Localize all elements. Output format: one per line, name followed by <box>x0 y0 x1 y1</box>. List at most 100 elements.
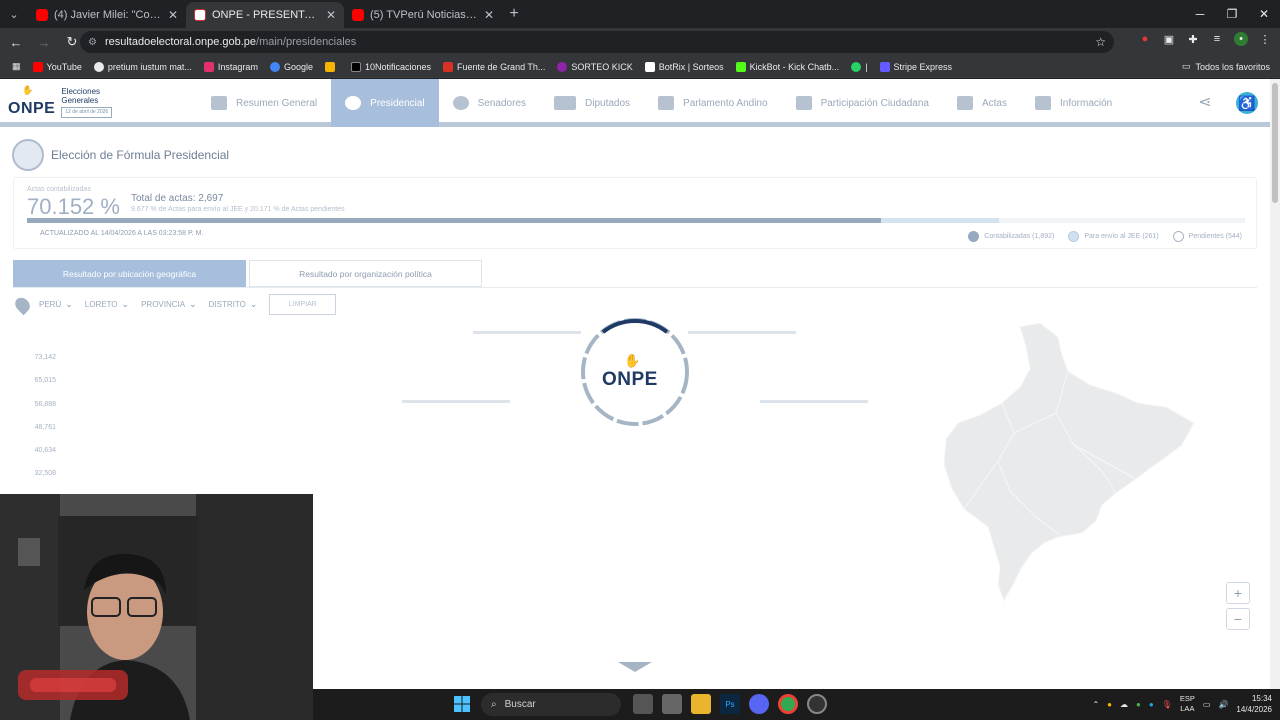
forward-icon[interactable]: → <box>32 30 56 54</box>
bookmark-item[interactable]: KickBot - Kick Chatb... <box>730 61 846 72</box>
onpe-logo[interactable]: ✋ ONPE Elecciones Generales 12 de abril … <box>8 85 113 118</box>
nav-actas[interactable]: Actas <box>943 79 1021 127</box>
district-select[interactable]: DISTRITO ⌄ <box>209 299 258 310</box>
brand: ONPE <box>8 99 56 117</box>
y-axis-labels: 73,142 65,015 56,888 48,761 40,634 32,50… <box>10 354 58 494</box>
tab-ubicacion-geografica[interactable]: Resultado por ubicación geográfica <box>13 260 246 287</box>
f-icon <box>443 61 454 72</box>
loader-line <box>760 400 868 403</box>
chevron-up-icon[interactable]: ⌃ <box>1092 700 1099 709</box>
tray-app-icon[interactable]: ● <box>1136 700 1141 709</box>
menu-icon[interactable]: ⋮ <box>1258 32 1272 46</box>
extension-icon[interactable]: ▣ <box>1162 32 1176 46</box>
nav-participacion-ciudadana[interactable]: Participación Ciudadana <box>782 79 943 127</box>
file-explorer-icon[interactable] <box>691 694 711 714</box>
scroll-down-icon[interactable] <box>618 662 652 672</box>
task-view-icon[interactable] <box>633 694 653 714</box>
close-icon[interactable]: ✕ <box>484 8 494 22</box>
department-select[interactable]: LORETO ⌄ <box>85 299 129 310</box>
app-icon[interactable] <box>807 694 827 714</box>
bookmark-item[interactable]: SORTEO KICK <box>551 61 638 72</box>
share-icon[interactable]: ⋖ <box>1196 94 1214 112</box>
y-tick: 48,761 <box>34 423 56 431</box>
summary-detail: 9.677 % de Actas para envío al JEE y 20.… <box>131 206 345 213</box>
bookmark-item[interactable]: | <box>845 61 873 72</box>
bookmark-star-icon[interactable]: ☆ <box>1095 35 1106 49</box>
bookmark-item[interactable]: Stripe Express <box>874 61 959 72</box>
scrollbar-thumb[interactable] <box>1272 83 1278 203</box>
kickbot-icon <box>735 61 746 72</box>
region-map[interactable] <box>940 321 1200 611</box>
close-icon[interactable]: ✕ <box>326 8 336 22</box>
close-icon[interactable]: ✕ <box>168 8 178 22</box>
building-icon <box>554 96 577 110</box>
all-bookmarks[interactable]: ▭ Todos los favoritos <box>1182 61 1270 72</box>
site-info-icon[interactable]: ⚙ <box>88 37 97 48</box>
search-icon: ⌕ <box>491 699 497 710</box>
browser-tab[interactable]: (4) Javier Milei: "Con la izquierd ✕ <box>28 2 186 28</box>
hand-mark-icon: ✋ <box>22 85 34 95</box>
dashboard-icon <box>211 96 227 110</box>
close-window-icon[interactable]: ✕ <box>1248 0 1280 28</box>
record-icon[interactable]: ● <box>1138 32 1152 46</box>
apps-icon[interactable]: ▦ <box>6 61 27 72</box>
bookmark-item[interactable]: Fuente de Grand Th... <box>437 61 551 72</box>
bookmark-item[interactable]: Google <box>264 61 319 72</box>
nav-senadores[interactable]: Senadores <box>439 79 540 127</box>
bookmark-item[interactable]: 10Notificaciones <box>345 61 437 72</box>
app-icon[interactable] <box>662 694 682 714</box>
zoom-in-button[interactable]: + <box>1226 582 1250 604</box>
bookmark-item[interactable]: Instagram <box>198 61 264 72</box>
bookmark-item[interactable]: YouTube <box>27 61 88 72</box>
chrome-icon[interactable] <box>778 694 798 714</box>
people-icon <box>452 96 469 110</box>
nav-presidencial[interactable]: Presidencial <box>331 79 439 127</box>
country-select[interactable]: PERÚ ⌄ <box>39 299 73 310</box>
discord-icon[interactable] <box>749 694 769 714</box>
browser-tab[interactable]: (5) TVPerú Noticias EN VIVO: N ✕ <box>344 2 502 28</box>
browser-tab-active[interactable]: ONPE - PRESENTACIÓN DE RES ✕ <box>186 2 344 28</box>
province-select[interactable]: PROVINCIA ⌄ <box>141 299 197 310</box>
language-indicator[interactable]: ESP LAA <box>1180 694 1195 714</box>
address-bar[interactable]: ⚙ resultadoelectoral.onpe.gob.pe/main/pr… <box>80 31 1114 53</box>
page-scrollbar[interactable] <box>1270 79 1280 689</box>
windows-start-icon[interactable] <box>454 696 470 712</box>
new-tab-button[interactable]: + <box>502 5 526 23</box>
puzzle-icon[interactable]: ✚ <box>1186 32 1200 46</box>
bookmark-item[interactable] <box>319 61 345 72</box>
location-pin-icon <box>12 294 33 315</box>
cloud-icon[interactable]: ☁ <box>1120 700 1128 709</box>
nav-resumen-general[interactable]: Resumen General <box>197 79 331 127</box>
zoom-out-button[interactable]: − <box>1226 608 1250 630</box>
photoshop-icon[interactable]: Ps <box>720 694 740 714</box>
legend-dot <box>1172 231 1184 242</box>
section-header: Elección de Fórmula Presidencial <box>12 139 229 171</box>
nav-informacion[interactable]: Información <box>1021 79 1126 127</box>
loader-line <box>402 400 510 403</box>
edge-icon[interactable]: ● <box>1149 700 1154 709</box>
accessibility-icon[interactable]: ♿ <box>1236 92 1258 114</box>
taskbar-search[interactable]: ⌕ Buscar <box>481 693 621 716</box>
bookmark-item[interactable]: BotRix | Sorteos <box>639 61 730 72</box>
taskbar-clock[interactable]: 15:34 14/4/2026 <box>1236 693 1272 715</box>
legend-dot <box>1068 231 1080 242</box>
profile-avatar-icon[interactable]: • <box>1234 32 1248 46</box>
tab-search-icon[interactable]: ⌄ <box>0 0 28 28</box>
x-icon <box>350 61 361 72</box>
minimize-icon[interactable]: ─ <box>1184 0 1216 28</box>
clear-button[interactable]: LIMPIAR <box>269 294 337 315</box>
main-nav: Resumen General Presidencial Senadores D… <box>197 79 1126 127</box>
tray-app-icon[interactable]: ● <box>1107 700 1112 709</box>
tab-organizacion-politica[interactable]: Resultado por organización política <box>249 260 482 287</box>
nav-parlamento-andino[interactable]: Parlamento Andino <box>644 79 782 127</box>
network-icon[interactable]: ▭ <box>1203 700 1211 709</box>
nav-diputados[interactable]: Diputados <box>540 79 644 127</box>
volume-icon[interactable]: 🔊 <box>1218 700 1228 709</box>
media-icon[interactable]: ≡ <box>1210 32 1224 46</box>
coat-of-arms-icon <box>12 139 44 171</box>
bookmark-item[interactable]: pretium iustum mat... <box>88 61 198 72</box>
back-icon[interactable]: ← <box>4 30 28 54</box>
restore-icon[interactable]: ❐ <box>1216 0 1248 28</box>
microphone-icon[interactable]: 🎙 <box>1162 700 1172 709</box>
y-tick: 73,142 <box>34 354 56 361</box>
